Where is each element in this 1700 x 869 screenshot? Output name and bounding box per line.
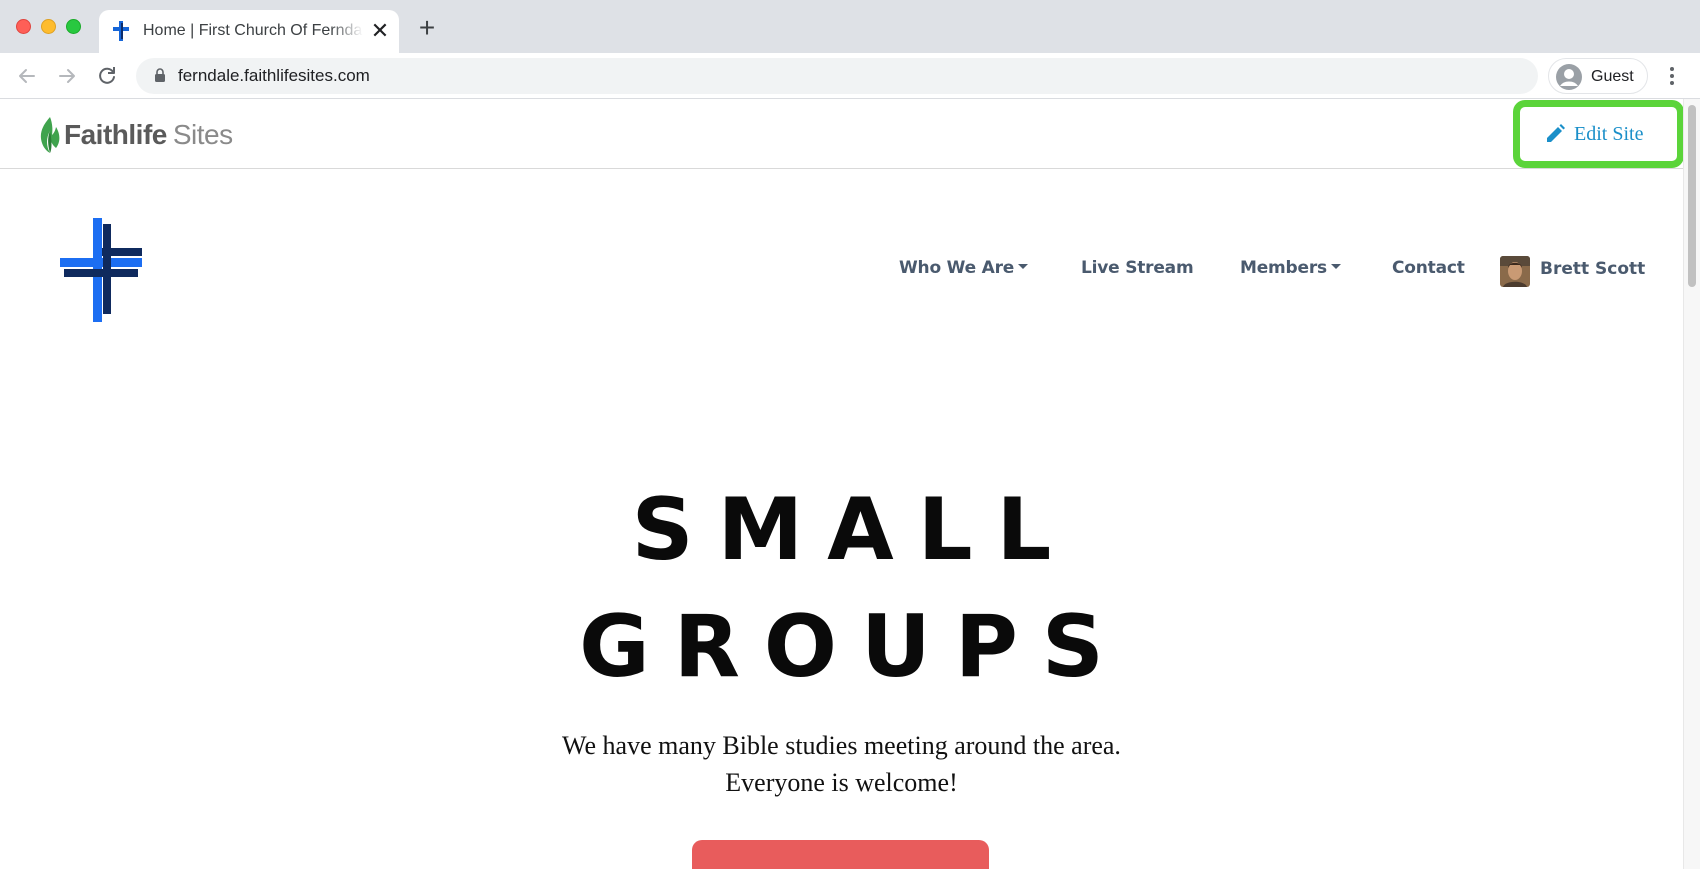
profile-button[interactable]: Guest xyxy=(1548,58,1648,94)
forward-arrow-icon[interactable] xyxy=(54,63,80,89)
tab-close-icon[interactable]: ✕ xyxy=(369,20,391,42)
logo-text-light: Sites xyxy=(172,119,233,150)
flame-leaf-icon xyxy=(40,117,60,153)
new-tab-button[interactable]: + xyxy=(414,14,440,42)
nav-who-we-are-label: Who We Are xyxy=(899,258,1015,278)
edit-site-button[interactable]: Edit Site xyxy=(1520,107,1677,161)
cross-favicon-icon xyxy=(113,21,129,41)
logo-text-bold: Faithlife xyxy=(64,119,167,150)
tab-title: Home | First Church Of Ferndale xyxy=(143,22,363,39)
profile-icon xyxy=(1556,64,1582,90)
hero-title-line-1: SMALL xyxy=(631,480,1076,580)
nav-members[interactable]: Members xyxy=(1240,258,1341,278)
caret-down-icon xyxy=(1330,263,1341,269)
hero-subtitle-line-2: Everyone is welcome! xyxy=(725,768,958,797)
site-navigation: Who We Are Live Stream Members Contact B… xyxy=(0,254,1683,288)
window-zoom-button[interactable] xyxy=(66,19,81,34)
nav-who-we-are[interactable]: Who We Are xyxy=(899,258,1029,278)
back-arrow-icon[interactable] xyxy=(14,63,40,89)
nav-live-stream[interactable]: Live Stream xyxy=(1081,258,1194,278)
lock-icon[interactable] xyxy=(154,68,166,83)
page-scrollbar[interactable] xyxy=(1683,99,1700,869)
nav-members-label: Members xyxy=(1240,258,1327,278)
address-bar[interactable]: ferndale.faithlifesites.com xyxy=(136,58,1538,94)
profile-label: Guest xyxy=(1591,68,1634,85)
scrollbar-thumb[interactable] xyxy=(1688,105,1696,287)
hero-title-line-2: GROUPS xyxy=(579,597,1128,697)
window-minimize-button[interactable] xyxy=(41,19,56,34)
window-close-button[interactable] xyxy=(16,19,31,34)
hero-subtitle-line-1: We have many Bible studies meeting aroun… xyxy=(562,731,1121,760)
browser-tab-strip: Home | First Church Of Ferndale ✕ + xyxy=(0,0,1700,53)
browser-toolbar: ferndale.faithlifesites.com Guest xyxy=(0,53,1700,99)
hero-cta-button[interactable] xyxy=(692,840,989,869)
reload-icon[interactable] xyxy=(94,63,120,89)
browser-tab[interactable]: Home | First Church Of Ferndale ✕ xyxy=(99,10,399,53)
caret-down-icon xyxy=(1018,263,1029,269)
edit-site-label: Edit Site xyxy=(1574,122,1644,145)
pencil-icon xyxy=(1547,124,1565,142)
user-name[interactable]: Brett Scott xyxy=(1540,259,1645,279)
kebab-menu-icon[interactable] xyxy=(1664,63,1680,89)
url-text: ferndale.faithlifesites.com xyxy=(178,66,370,85)
faithlife-sites-logo[interactable]: Faithlife Sites xyxy=(38,115,233,155)
nav-contact[interactable]: Contact xyxy=(1392,258,1465,278)
faithlife-admin-bar: Faithlife Sites Edit Site xyxy=(0,99,1684,169)
user-avatar[interactable] xyxy=(1500,256,1530,287)
